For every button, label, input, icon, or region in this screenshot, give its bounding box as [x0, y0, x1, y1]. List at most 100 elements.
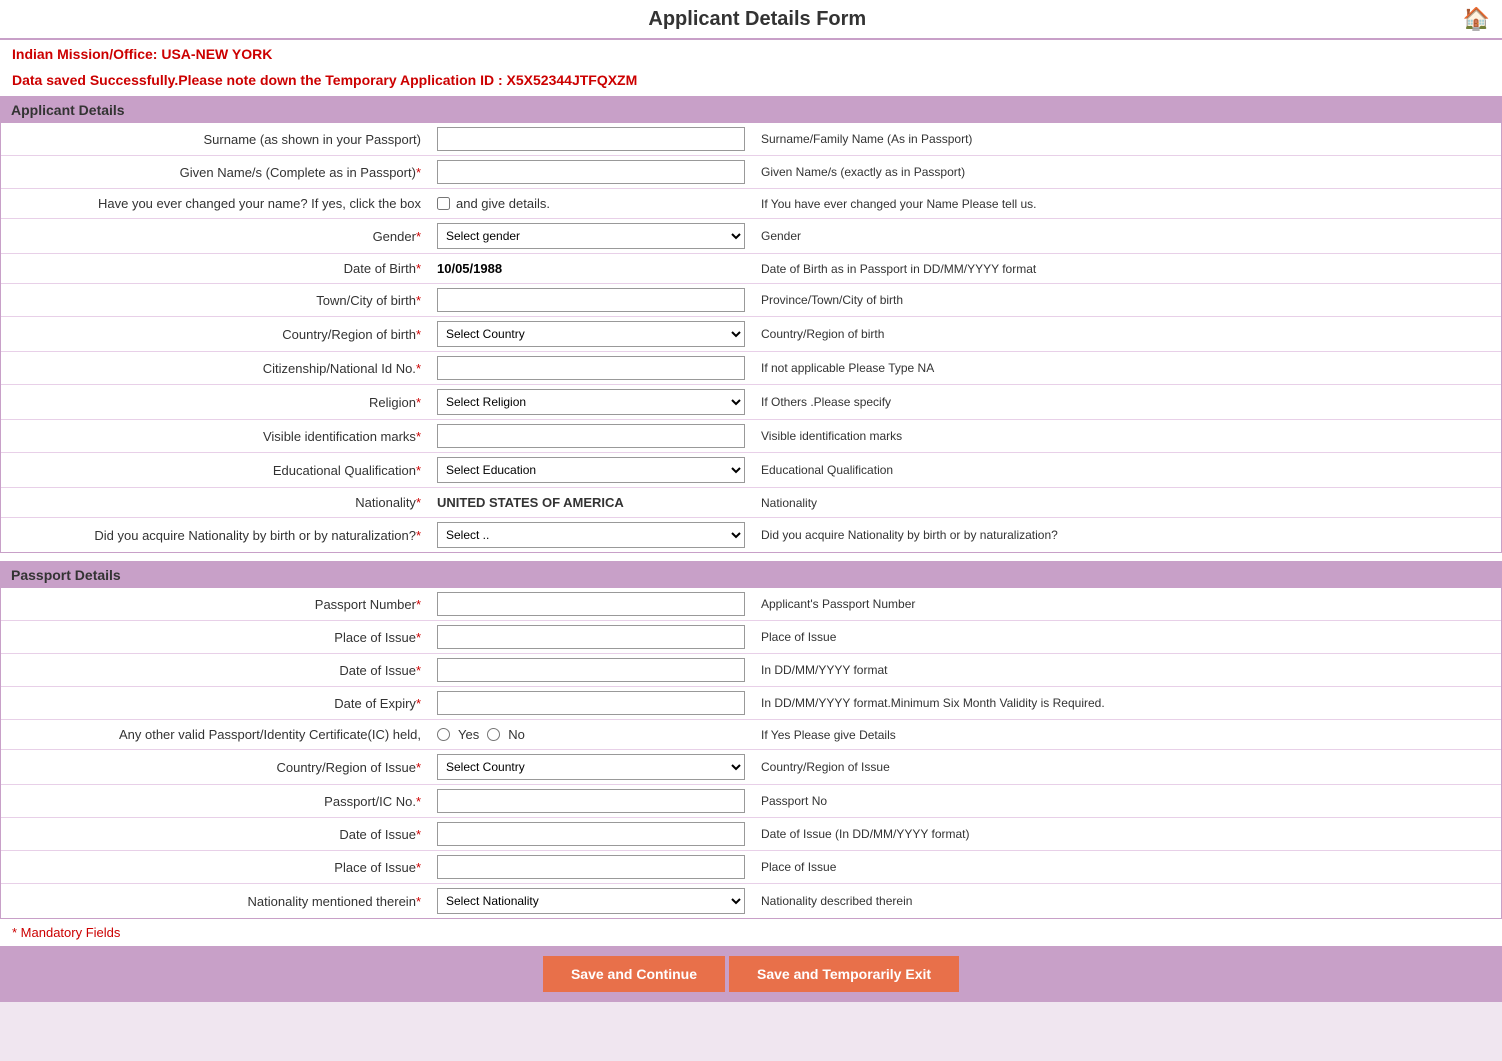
row-passport-place: Place of Issue * Place of Issue: [1, 621, 1501, 654]
control-name-changed: and give details.: [431, 189, 751, 218]
save-continue-button[interactable]: Save and Continue: [543, 956, 725, 992]
surname-input[interactable]: [437, 127, 745, 151]
control-nationality: UNITED STATES OF AMERICA: [431, 488, 751, 517]
label-id-marks: Visible identification marks*: [1, 420, 431, 452]
row-dob: Date of Birth* 10/05/1988 Date of Birth …: [1, 254, 1501, 284]
label-country-birth: Country/Region of birth*: [1, 317, 431, 351]
control-passport-doi: [431, 654, 751, 686]
hint-other-passport-no: Passport No: [751, 785, 1501, 817]
control-national-id: [431, 352, 751, 384]
label-passport-doe: Date of Expiry *: [1, 687, 431, 719]
other-passport-no-input[interactable]: [437, 789, 745, 813]
control-city-birth: [431, 284, 751, 316]
label-other-place: Place of Issue *: [1, 851, 431, 883]
label-other-country: Country/Region of Issue *: [1, 750, 431, 784]
control-religion: Select Religion Hindu Muslim Christian S…: [431, 385, 751, 419]
passport-number-input[interactable]: [437, 592, 745, 616]
control-other-nationality: Select Nationality: [431, 884, 751, 918]
hint-city-birth: Province/Town/City of birth: [751, 284, 1501, 316]
row-other-nationality: Nationality mentioned therein * Select N…: [1, 884, 1501, 918]
nationality-how-select[interactable]: Select .. By Birth By Naturalization: [437, 522, 745, 548]
hint-national-id: If not applicable Please Type NA: [751, 352, 1501, 384]
other-place-input[interactable]: [437, 855, 745, 879]
id-marks-input[interactable]: [437, 424, 745, 448]
label-surname: Surname (as shown in your Passport): [1, 123, 431, 155]
success-line: Data saved Successfully.Please note down…: [0, 68, 1502, 96]
control-education: Select Education Below Matriculation Mat…: [431, 453, 751, 487]
row-passport-doe: Date of Expiry * In DD/MM/YYYY format.Mi…: [1, 687, 1501, 720]
given-names-input[interactable]: [437, 160, 745, 184]
label-passport-place: Place of Issue *: [1, 621, 431, 653]
row-country-birth: Country/Region of birth* Select Country …: [1, 317, 1501, 352]
hint-other-nationality: Nationality described therein: [751, 884, 1501, 918]
row-nationality-how: Did you acquire Nationality by birth or …: [1, 518, 1501, 552]
hint-gender: Gender: [751, 219, 1501, 253]
mission-value: USA-NEW YORK: [161, 46, 272, 62]
hint-religion: If Others .Please specify: [751, 385, 1501, 419]
national-id-input[interactable]: [437, 356, 745, 380]
hint-nationality-how: Did you acquire Nationality by birth or …: [751, 518, 1501, 552]
hint-education: Educational Qualification: [751, 453, 1501, 487]
label-other-nationality: Nationality mentioned therein *: [1, 884, 431, 918]
row-religion: Religion* Select Religion Hindu Muslim C…: [1, 385, 1501, 420]
label-other-doi: Date of Issue *: [1, 818, 431, 850]
row-surname: Surname (as shown in your Passport) Surn…: [1, 123, 1501, 156]
label-gender: Gender*: [1, 219, 431, 253]
row-gender: Gender* Select gender Male Female Other …: [1, 219, 1501, 254]
city-birth-input[interactable]: [437, 288, 745, 312]
label-other-passport: Any other valid Passport/Identity Certif…: [1, 720, 431, 749]
label-city-birth: Town/City of birth*: [1, 284, 431, 316]
hint-name-changed: If You have ever changed your Name Pleas…: [751, 189, 1501, 218]
save-exit-button[interactable]: Save and Temporarily Exit: [729, 956, 959, 992]
hint-other-doi: Date of Issue (In DD/MM/YYYY format): [751, 818, 1501, 850]
hint-dob: Date of Birth as in Passport in DD/MM/YY…: [751, 254, 1501, 283]
row-city-birth: Town/City of birth* Province/Town/City o…: [1, 284, 1501, 317]
label-name-changed: Have you ever changed your name? If yes,…: [1, 189, 431, 218]
other-nationality-select[interactable]: Select Nationality: [437, 888, 745, 914]
hint-other-passport: If Yes Please give Details: [751, 720, 1501, 749]
country-birth-select[interactable]: Select Country: [437, 321, 745, 347]
hint-country-birth: Country/Region of birth: [751, 317, 1501, 351]
name-changed-checkbox[interactable]: [437, 197, 450, 210]
other-country-select[interactable]: Select Country: [437, 754, 745, 780]
row-other-passport-no: Passport/IC No. * Passport No: [1, 785, 1501, 818]
control-passport-doe: [431, 687, 751, 719]
label-national-id: Citizenship/National Id No.*: [1, 352, 431, 384]
label-nationality-how: Did you acquire Nationality by birth or …: [1, 518, 431, 552]
row-name-changed: Have you ever changed your name? If yes,…: [1, 189, 1501, 219]
hint-passport-place: Place of Issue: [751, 621, 1501, 653]
control-dob: 10/05/1988: [431, 254, 751, 283]
row-other-country: Country/Region of Issue * Select Country…: [1, 750, 1501, 785]
other-doi-input[interactable]: [437, 822, 745, 846]
label-given-names: Given Name/s (Complete as in Passport)*: [1, 156, 431, 188]
control-surname: [431, 123, 751, 155]
control-other-country: Select Country: [431, 750, 751, 784]
hint-other-place: Place of Issue: [751, 851, 1501, 883]
row-other-doi: Date of Issue * Date of Issue (In DD/MM/…: [1, 818, 1501, 851]
applicant-section-header: Applicant Details: [1, 97, 1501, 123]
passport-doi-input[interactable]: [437, 658, 745, 682]
gender-select[interactable]: Select gender Male Female Other: [437, 223, 745, 249]
page-title: Applicant Details Form: [52, 8, 1463, 31]
label-dob: Date of Birth*: [1, 254, 431, 283]
education-select[interactable]: Select Education Below Matriculation Mat…: [437, 457, 745, 483]
mission-line: Indian Mission/Office: USA-NEW YORK: [0, 40, 1502, 68]
label-education: Educational Qualification *: [1, 453, 431, 487]
other-passport-no-radio[interactable]: [487, 728, 500, 741]
other-passport-yes-radio[interactable]: [437, 728, 450, 741]
row-nationality: Nationality * UNITED STATES OF AMERICA N…: [1, 488, 1501, 518]
header-bar: Applicant Details Form 🏠: [0, 0, 1502, 40]
mission-label: Indian Mission/Office:: [12, 46, 157, 62]
no-label: No: [508, 727, 525, 742]
religion-select[interactable]: Select Religion Hindu Muslim Christian S…: [437, 389, 745, 415]
hint-other-country: Country/Region of Issue: [751, 750, 1501, 784]
home-icon[interactable]: 🏠: [1463, 6, 1490, 32]
passport-place-input[interactable]: [437, 625, 745, 649]
label-nationality: Nationality *: [1, 488, 431, 517]
dob-value: 10/05/1988: [437, 261, 502, 276]
passport-doe-input[interactable]: [437, 691, 745, 715]
label-other-passport-no: Passport/IC No. *: [1, 785, 431, 817]
row-passport-doi: Date of Issue * In DD/MM/YYYY format: [1, 654, 1501, 687]
passport-section: Passport Details Passport Number * Appli…: [0, 561, 1502, 919]
row-education: Educational Qualification * Select Educa…: [1, 453, 1501, 488]
